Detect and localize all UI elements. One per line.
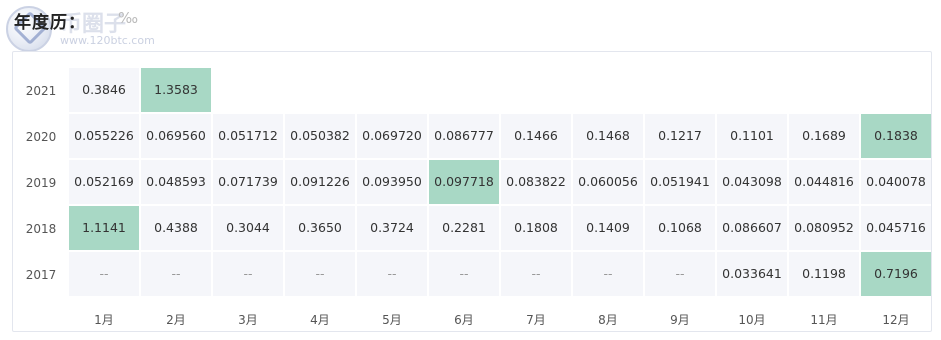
calendar-cell: 0.1838 xyxy=(861,114,931,158)
calendar-cell: 0.069720 xyxy=(357,114,427,158)
calendar-cell: 0.1068 xyxy=(645,206,715,250)
calendar-cell: 0.1198 xyxy=(789,252,859,296)
calendar-cell: 0.1409 xyxy=(573,206,643,250)
month-label: 9月 xyxy=(670,313,690,327)
calendar-cell: 0.093950 xyxy=(357,160,427,204)
calendar-cell: 0.060056 xyxy=(573,160,643,204)
title-suffix: ‰ xyxy=(118,9,139,27)
month-label: 1月 xyxy=(94,313,114,327)
calendar-cell: 1.3583 xyxy=(141,68,211,112)
calendar-row-2018: 2018 1.1141 0.4388 0.3044 0.3650 0.3724 0.2281… xyxy=(26,206,931,252)
calendar-cell: -- xyxy=(429,252,499,296)
calendar-cell: 0.051941 xyxy=(645,160,715,204)
calendar-cell xyxy=(573,68,643,112)
calendar-cell: 0.052169 xyxy=(69,160,139,204)
year-label: 2017 xyxy=(25,268,57,282)
calendar-cell xyxy=(285,68,355,112)
month-label: 3月 xyxy=(238,313,258,327)
calendar-cell: -- xyxy=(573,252,643,296)
calendar-row-2021: 2021 0.3846 1.3583 xyxy=(26,68,931,114)
page-header: 币圈子 www.120btc.com 年度历： ‰ xyxy=(0,0,941,52)
calendar-cell: 0.3846 xyxy=(69,68,139,112)
calendar-cell xyxy=(645,68,715,112)
calendar-cell xyxy=(717,68,787,112)
year-label: 2019 xyxy=(25,176,57,190)
calendar-cell: 0.040078 xyxy=(861,160,931,204)
calendar-cell: 0.083822 xyxy=(501,160,571,204)
calendar-cell: -- xyxy=(141,252,211,296)
year-label: 2021 xyxy=(25,84,57,98)
calendar-cell xyxy=(501,68,571,112)
month-label: 12月 xyxy=(882,313,910,327)
month-label: 8月 xyxy=(598,313,618,327)
calendar-row-2019: 2019 0.052169 0.048593 0.071739 0.091226 0.09… xyxy=(26,160,931,206)
calendar-cell: 0.1466 xyxy=(501,114,571,158)
calendar-cell: 0.2281 xyxy=(429,206,499,250)
calendar-cell: 0.048593 xyxy=(141,160,211,204)
year-label: 2018 xyxy=(25,222,57,236)
calendar-cell: 0.091226 xyxy=(285,160,355,204)
calendar-cell: 0.7196 xyxy=(861,252,931,296)
calendar-cell: 0.050382 xyxy=(285,114,355,158)
calendar-cell: -- xyxy=(645,252,715,296)
calendar-cell xyxy=(213,68,283,112)
calendar-cell xyxy=(429,68,499,112)
calendar-cell: -- xyxy=(69,252,139,296)
calendar-cell: 0.033641 xyxy=(717,252,787,296)
calendar-cell: 0.4388 xyxy=(141,206,211,250)
calendar-row-2017: 2017 -- -- -- -- -- -- -- -- -- 0.033641 0.1198 0.71… xyxy=(26,252,931,298)
calendar-cell: 0.051712 xyxy=(213,114,283,158)
calendar-cell: 0.3044 xyxy=(213,206,283,250)
calendar-cell: 0.071739 xyxy=(213,160,283,204)
calendar-cell: -- xyxy=(213,252,283,296)
month-label: 11月 xyxy=(810,313,838,327)
page-title: 年度历： xyxy=(14,13,86,33)
calendar-cell: 0.086607 xyxy=(717,206,787,250)
logo-url: www.120btc.com xyxy=(60,34,155,47)
calendar-cell: 0.3650 xyxy=(285,206,355,250)
year-label: 2020 xyxy=(25,130,57,144)
month-axis: 1月 2月 3月 4月 5月 6月 7月 8月 9月 10月 11月 12月 xyxy=(69,308,931,332)
month-label: 10月 xyxy=(738,313,766,327)
calendar-cell: 0.1689 xyxy=(789,114,859,158)
month-label: 4月 xyxy=(310,313,330,327)
month-label: 7月 xyxy=(526,313,546,327)
month-label: 6月 xyxy=(454,313,474,327)
calendar-cell: 1.1141 xyxy=(69,206,139,250)
annual-calendar-panel: 2021 0.3846 1.3583 2020 0.055226 0.069560 0.05… xyxy=(12,51,932,332)
calendar-cell: 0.069560 xyxy=(141,114,211,158)
calendar-cell: 0.1101 xyxy=(717,114,787,158)
month-label: 2月 xyxy=(166,313,186,327)
calendar-cell: -- xyxy=(501,252,571,296)
calendar-cell: 0.043098 xyxy=(717,160,787,204)
calendar-cell: -- xyxy=(357,252,427,296)
calendar-cell: 0.1468 xyxy=(573,114,643,158)
calendar-cell xyxy=(789,68,859,112)
month-label: 5月 xyxy=(382,313,402,327)
calendar-cell: 0.045716 xyxy=(861,206,931,250)
calendar-cell xyxy=(357,68,427,112)
calendar-cell: 0.097718 xyxy=(429,160,499,204)
calendar-cell: 0.3724 xyxy=(357,206,427,250)
calendar-cell: -- xyxy=(285,252,355,296)
calendar-cell: 0.044816 xyxy=(789,160,859,204)
calendar-cell: 0.055226 xyxy=(69,114,139,158)
calendar-cell: 0.080952 xyxy=(789,206,859,250)
calendar-cell: 0.1217 xyxy=(645,114,715,158)
calendar-cell: 0.086777 xyxy=(429,114,499,158)
calendar-cell: 0.1808 xyxy=(501,206,571,250)
calendar-cell xyxy=(861,68,931,112)
calendar-row-2020: 2020 0.055226 0.069560 0.051712 0.050382 0.06… xyxy=(26,114,931,160)
